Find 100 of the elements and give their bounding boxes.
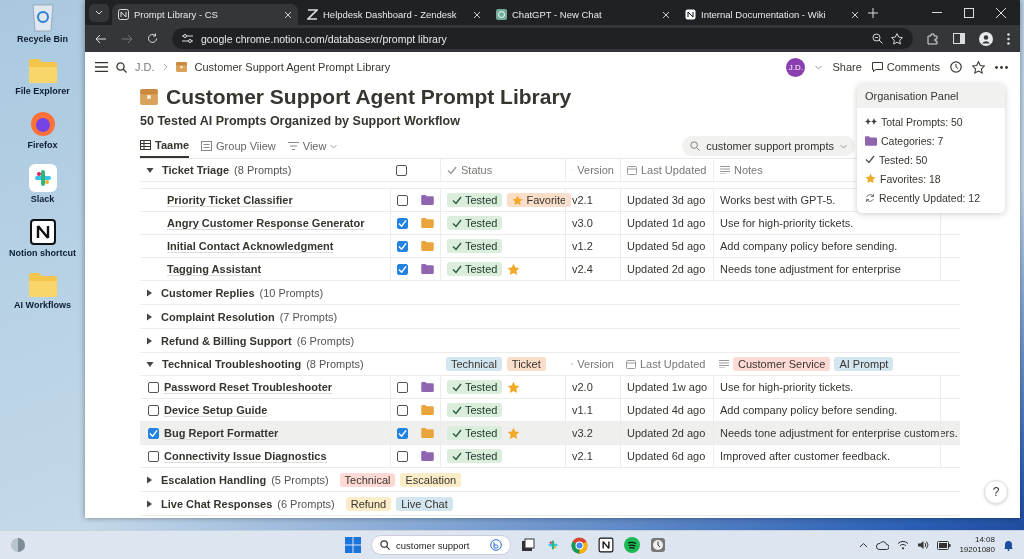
close-icon[interactable] xyxy=(284,10,292,19)
favorite-star-icon[interactable] xyxy=(972,60,985,74)
checkbox[interactable] xyxy=(397,194,408,206)
notion-icon[interactable] xyxy=(28,218,57,246)
prompt-name[interactable]: Tagging Assistant xyxy=(167,262,262,276)
checkbox[interactable] xyxy=(397,240,408,252)
profile-icon[interactable] xyxy=(979,31,993,46)
task-view-icon[interactable] xyxy=(521,538,535,552)
checkbox[interactable] xyxy=(396,164,407,176)
prompt-name[interactable]: Initial Contact Acknowledgment xyxy=(167,239,334,253)
taskbar-search-field[interactable]: customer support xyxy=(371,535,511,555)
toggle-triangle-icon[interactable] xyxy=(145,475,153,484)
search-field[interactable]: customer support prompts xyxy=(682,136,855,156)
spotify-icon[interactable] xyxy=(624,537,640,553)
breadcrumb-link[interactable]: Customer Support Agent Prompt Library xyxy=(194,61,391,73)
wifi-icon[interactable] xyxy=(897,540,910,550)
table-row[interactable]: Bug Report Formatter Tested v3.2 Updated 2d ago Needs tone adjustment for enterprise customers. xyxy=(140,422,960,445)
desktop-icon-label[interactable]: AI Workflows xyxy=(14,300,71,310)
view-tab[interactable]: Taame xyxy=(140,134,190,158)
windows-start-icon[interactable] xyxy=(345,537,361,553)
desktop-icon-label[interactable]: Notion shortcut xyxy=(9,248,76,258)
group-title[interactable]: Refund & Billing Support xyxy=(161,334,292,347)
more-icon[interactable] xyxy=(1007,32,1010,45)
clock-app-icon[interactable] xyxy=(650,537,666,553)
share-button[interactable]: Share xyxy=(832,61,862,73)
group-title[interactable]: Live Chat Responses xyxy=(161,497,273,510)
checkbox[interactable] xyxy=(397,263,408,275)
prompt-name[interactable]: Angry Customer Response Generator xyxy=(167,216,365,230)
checkbox[interactable] xyxy=(148,404,159,416)
close-icon[interactable] xyxy=(662,10,670,19)
side-panel-icon[interactable] xyxy=(953,33,965,44)
weather-icon[interactable] xyxy=(10,537,26,553)
address-bar[interactable]: google chrome.notion.com/databasexr/prompt library xyxy=(172,28,913,49)
group-title[interactable]: Ticket Triage xyxy=(162,164,230,176)
maximize-icon[interactable] xyxy=(964,7,974,18)
breadcrumb-link[interactable]: J.D. xyxy=(135,61,155,73)
checkbox[interactable] xyxy=(397,450,408,462)
desktop-icon-label[interactable]: Slack xyxy=(30,194,55,204)
toggle-triangle-icon[interactable] xyxy=(146,360,154,368)
checkbox[interactable] xyxy=(148,427,159,439)
view-tab[interactable]: Group Viiew xyxy=(201,134,276,158)
view-tab[interactable]: View xyxy=(287,134,338,158)
help-button[interactable]: ? xyxy=(984,480,1008,504)
browser-tab[interactable]: Internal Documentation - Wiki xyxy=(679,4,865,25)
zoom-icon[interactable] xyxy=(872,33,883,44)
firefox-icon[interactable] xyxy=(28,110,57,138)
prompt-name[interactable]: Bug Report Formatter xyxy=(164,426,279,440)
desktop-icon-label[interactable]: Recycle Bin xyxy=(17,34,68,44)
back-icon[interactable] xyxy=(95,33,107,44)
toggle-triangle-icon[interactable] xyxy=(145,336,153,345)
bell-icon[interactable] xyxy=(1003,539,1014,551)
checkbox[interactable] xyxy=(397,381,408,393)
recycle-bin-icon[interactable] xyxy=(29,2,56,32)
checkbox[interactable] xyxy=(148,450,159,462)
close-icon[interactable] xyxy=(996,7,1006,18)
minimize-icon[interactable] xyxy=(932,11,942,14)
prompt-name[interactable]: Connectivity Issue Diagnostics xyxy=(164,449,327,463)
new-tab-icon[interactable] xyxy=(868,7,878,18)
bookmark-star-icon[interactable] xyxy=(891,32,903,45)
group-title[interactable]: Complaint Resolution xyxy=(161,310,275,323)
group-title[interactable]: Customer Replies xyxy=(161,286,255,299)
volume-icon[interactable] xyxy=(917,540,930,550)
table-row[interactable]: Connectivity Issue Diagnostics Tested v2.1 Updated 6d ago Improved after customer feedback. xyxy=(140,445,960,468)
close-icon[interactable] xyxy=(851,10,859,19)
browser-tab[interactable]: ChatGPT - New Chat xyxy=(490,4,676,25)
search-icon[interactable] xyxy=(116,61,127,73)
checkbox[interactable] xyxy=(397,404,408,416)
toggle-triangle-icon[interactable] xyxy=(146,166,154,174)
toggle-triangle-icon[interactable] xyxy=(145,288,153,297)
menu-icon[interactable] xyxy=(95,62,108,72)
checkbox[interactable] xyxy=(397,427,408,439)
reload-icon[interactable] xyxy=(147,33,158,44)
desktop-icon-label[interactable]: File Explorer xyxy=(15,86,70,96)
b-logo-icon[interactable] xyxy=(490,539,502,551)
forward-icon[interactable] xyxy=(121,33,133,44)
slack-icon[interactable] xyxy=(28,164,57,192)
user-avatar[interactable]: J.D. xyxy=(786,57,806,77)
prompt-name[interactable]: Password Reset Troubleshooter xyxy=(164,380,333,394)
prompt-name[interactable]: Device Setup Guide xyxy=(164,403,268,417)
checkbox[interactable] xyxy=(397,217,408,229)
toggle-triangle-icon[interactable] xyxy=(145,499,153,508)
close-icon[interactable] xyxy=(473,10,481,19)
prompt-name[interactable]: Priority Ticket Classifier xyxy=(167,193,293,207)
checkbox[interactable] xyxy=(148,381,159,393)
group-title[interactable]: Technical Troubleshooting xyxy=(162,358,302,370)
chrome-icon[interactable] xyxy=(571,536,588,554)
browser-tab[interactable]: Prompt Library - CS xyxy=(112,4,298,25)
notion-icon[interactable] xyxy=(598,537,614,553)
more-icon[interactable] xyxy=(995,65,1008,69)
extensions-icon[interactable] xyxy=(927,32,939,45)
cloud-icon[interactable] xyxy=(876,540,890,550)
battery-icon[interactable] xyxy=(937,540,952,550)
browser-tab[interactable]: Helpdesk Dashboard - Zendesk xyxy=(301,4,487,25)
chevron-up-icon[interactable] xyxy=(859,542,869,548)
toggle-triangle-icon[interactable] xyxy=(145,312,153,321)
table-row[interactable]: Password Reset Troubleshooter Tested v2.0 Updated 1w ago Use for high-priority tickets. xyxy=(140,376,960,399)
clock-icon[interactable] xyxy=(950,61,962,73)
group-title[interactable]: Escalation Handling xyxy=(161,473,267,486)
desktop-icon-label[interactable]: Firefox xyxy=(27,140,58,150)
comments-button[interactable]: Comments xyxy=(871,61,940,73)
